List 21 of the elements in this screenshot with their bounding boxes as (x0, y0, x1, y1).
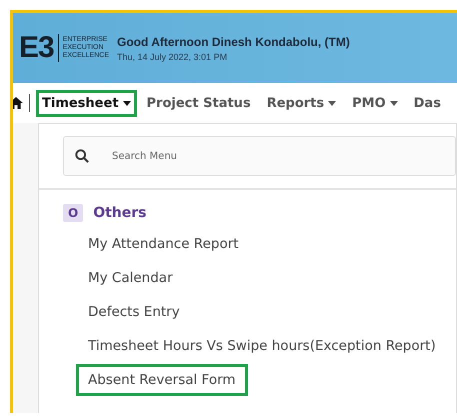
date-text: Thu, 14 July 2022, 3:01 PM (117, 52, 228, 62)
nav-menu-item[interactable]: Das (408, 90, 447, 116)
home-icon[interactable] (13, 97, 23, 109)
logo-mark: E3 (19, 34, 59, 62)
caret-icon (122, 100, 131, 106)
caret-icon (328, 100, 336, 106)
menu-item[interactable]: My Calendar (76, 262, 185, 294)
nav-menu-item[interactable]: Reports (260, 90, 342, 116)
search-field[interactable]: Search Menu (63, 136, 456, 176)
nav-menu-item[interactable]: Project Status (140, 90, 257, 116)
menu-item[interactable]: My Attendance Report (76, 228, 251, 260)
nav-menu-item[interactable]: Timesheet (36, 90, 137, 116)
section-title: Others (93, 205, 146, 221)
nav-menu-item[interactable]: PMO (346, 90, 404, 116)
caret-icon (390, 100, 398, 106)
section-badge: O (63, 204, 84, 222)
greeting-text: Good Afternoon Dinesh Kondabolu, (TM) (117, 34, 350, 48)
search-icon (75, 149, 89, 163)
menu-item[interactable]: Absent Reversal Form (76, 364, 248, 396)
menu-item[interactable]: Defects Entry (76, 296, 192, 328)
menu-item[interactable]: Timesheet Hours Vs Swipe hours(Exception Report) (76, 330, 448, 362)
